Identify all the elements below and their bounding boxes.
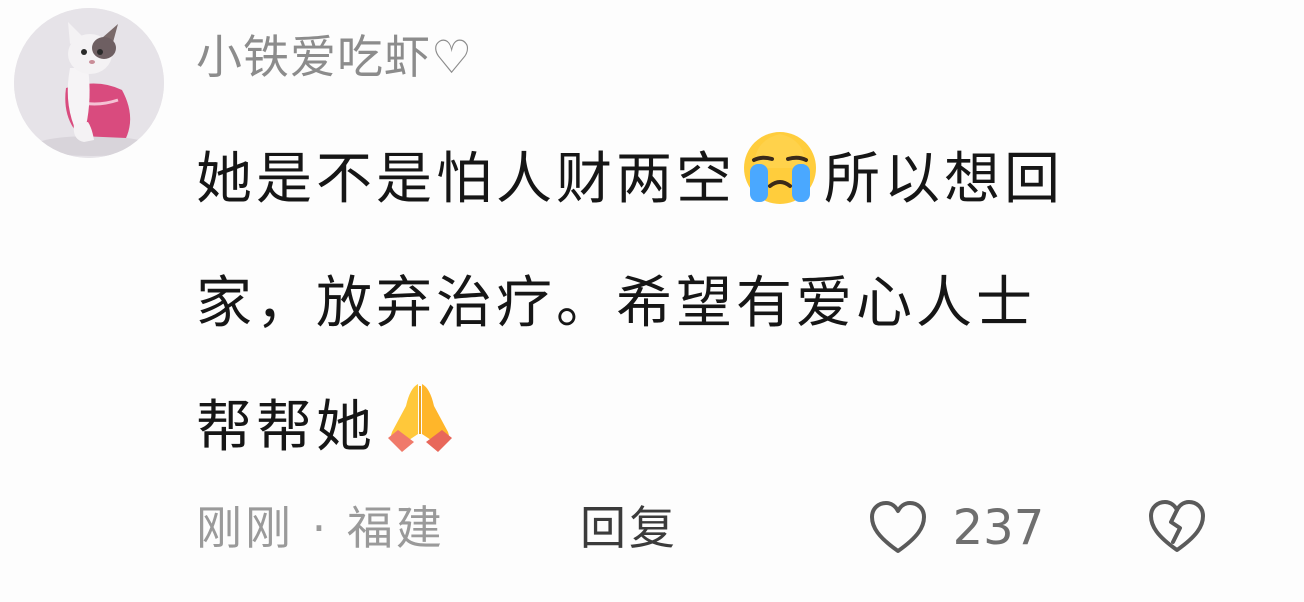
dislike-button[interactable] (1146, 498, 1208, 556)
comment-text-segment: 她是不是怕人财两空 (196, 147, 736, 212)
comment-text-segment: 所以想回 (824, 147, 1064, 212)
comment-item: 小铁爱吃虾♡ 她是不是怕人财两空 所以想回 家，放弃治疗。希望有爱心人士 帮帮她 (0, 0, 1304, 602)
comment-line-1: 她是不是怕人财两空 所以想回 (196, 118, 1256, 242)
comment-line-2: 家，放弃治疗。希望有爱心人士 (196, 271, 1036, 336)
comment-line-3: 帮帮她 (196, 366, 1256, 490)
reply-button[interactable]: 回复 (580, 488, 678, 568)
folded-hands-icon (380, 376, 460, 456)
comment-location: 福建 (346, 501, 445, 555)
like-count: 237 (952, 499, 1045, 556)
like-button[interactable]: 237 (868, 488, 1044, 568)
broken-heart-icon (1146, 500, 1208, 567)
comment-time: 刚刚 (196, 501, 294, 555)
username[interactable]: 小铁爱吃虾♡ (196, 22, 473, 92)
comment-text-segment: 帮帮她 (196, 395, 376, 460)
comment-footer: 刚刚 · 福建 回复 237 (196, 488, 1256, 568)
cat-avatar-image (14, 8, 164, 158)
comment-meta: 刚刚 · 福建 (196, 488, 445, 568)
loudly-crying-face-icon (740, 128, 820, 208)
comment-text: 她是不是怕人财两空 所以想回 家，放弃治疗。希望有爱心人士 帮帮她 (196, 118, 1256, 490)
meta-separator: · (311, 501, 330, 555)
heart-outline-icon (868, 499, 928, 557)
avatar[interactable] (14, 8, 164, 158)
